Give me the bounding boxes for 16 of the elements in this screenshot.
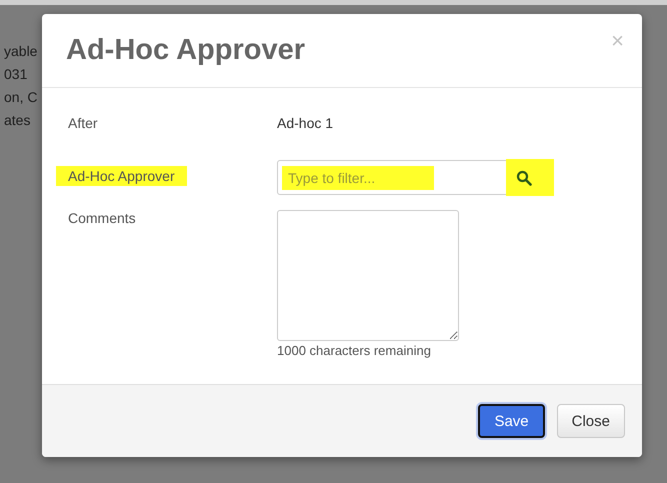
character-count: 1000 characters remaining	[277, 343, 432, 358]
filter-input[interactable]: Type to filter...	[282, 166, 434, 190]
save-button[interactable]: Save	[478, 404, 545, 438]
search-icon	[516, 170, 532, 186]
field-label: Comments	[68, 209, 136, 227]
close-button[interactable]: Close	[556, 404, 625, 438]
background-text: on, C	[3, 88, 38, 107]
field-value: Ad-hoc 1	[277, 115, 334, 131]
search-button[interactable]	[506, 159, 554, 196]
comments-field[interactable]	[277, 210, 459, 341]
background-text: 031	[3, 65, 28, 84]
background-text: ates	[3, 111, 32, 130]
dialog-title: Ad-Hoc Approver	[66, 34, 305, 67]
field-label: Ad-Hoc Approver	[56, 166, 187, 186]
background-text: yable	[3, 42, 38, 61]
field-label: After	[68, 114, 98, 132]
